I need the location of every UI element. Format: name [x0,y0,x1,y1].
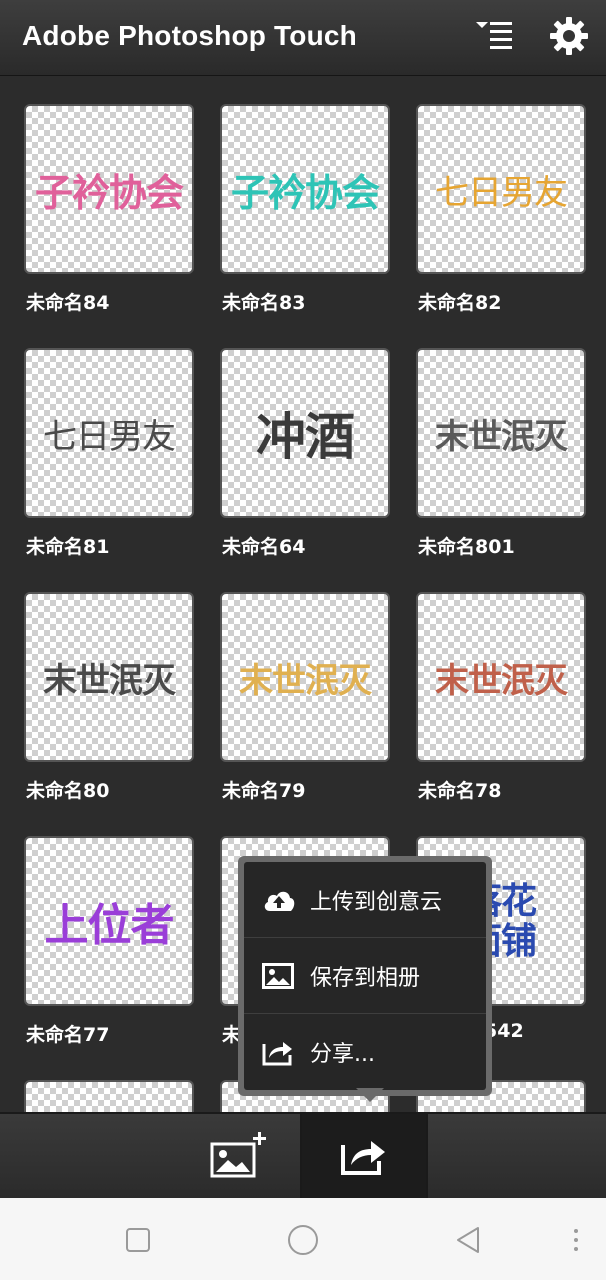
add-image-button[interactable] [176,1114,300,1200]
recent-apps-icon[interactable] [118,1220,158,1260]
thumbnail-artwork: 冲酒 [256,407,355,466]
home-icon[interactable] [283,1220,323,1260]
back-icon[interactable] [448,1220,488,1260]
project-thumbnail[interactable]: 子衿协会 [220,104,390,274]
project-thumbnail[interactable]: 末世泯灭 [416,348,586,518]
thumbnail-artwork: 七日男友 [435,172,568,213]
thumbnail-artwork: 末世泯灭 [239,660,372,701]
popup-pointer [356,1088,384,1102]
system-nav-bar [0,1198,606,1280]
thumbnail-artwork: 上位者 [44,900,175,951]
app-header: Adobe Photoshop Touch [0,0,606,76]
thumbnail-artwork: 末世泯灭 [435,660,568,701]
project-thumbnail[interactable]: 上位者 [24,836,194,1006]
cloud-upload-icon [262,885,296,915]
project-label: 未命名79 [222,780,306,802]
share-popup-menu: 上传到创意云 保存到相册 分享... [238,856,492,1102]
thumbnail-artwork: 子衿协会 [230,169,380,215]
project-thumbnail[interactable]: 子衿协会 [24,104,194,274]
project-thumbnail[interactable]: 末世泯灭 [220,592,390,762]
project-thumbnail[interactable]: 冲酒 [220,348,390,518]
project-label: 未命名84 [26,292,110,314]
project-thumbnail[interactable]: 末世泯灭 [416,592,586,762]
project-thumbnail[interactable]: 七日男友 [416,104,586,274]
project-label: 未命名82 [418,292,502,314]
project-label: 未命名78 [418,780,502,802]
share-icon [339,1133,389,1181]
project-label: 未命名64 [222,536,306,558]
toolbar-divider [426,1114,428,1200]
project-label: 未命名801 [418,536,515,558]
thumbnail-artwork: 子衿协会 [34,169,184,215]
app-screen: Adobe Photoshop Touch 子衿协会 未命名84 子衿协会 未命… [0,0,606,1280]
sort-menu-icon[interactable] [472,14,516,58]
bottom-toolbar [0,1112,606,1200]
project-label: 未命名83 [222,292,306,314]
project-label: 未命名80 [26,780,110,802]
share-icon [262,1037,296,1067]
project-label: 未命名77 [26,1024,110,1046]
more-icon[interactable] [556,1220,596,1260]
menu-item-share[interactable]: 分享... [244,1014,486,1090]
thumbnail-artwork: 末世泯灭 [43,660,176,701]
project-thumbnail[interactable]: 末世泯灭 [24,592,194,762]
project-thumbnail[interactable]: 七日男友 [24,348,194,518]
menu-item-label: 分享... [310,1042,375,1067]
image-icon [262,961,296,991]
project-thumbnail[interactable] [24,1080,194,1112]
share-button[interactable] [302,1114,426,1200]
menu-item-label: 保存到相册 [310,965,421,991]
gear-icon[interactable] [547,14,591,58]
menu-item-save-album[interactable]: 保存到相册 [244,938,486,1014]
menu-item-label: 上传到创意云 [310,889,443,915]
thumbnail-artwork: 七日男友 [43,416,176,457]
menu-item-upload-cloud[interactable]: 上传到创意云 [244,862,486,938]
project-label: 未命名81 [26,536,110,558]
add-image-icon [208,1130,268,1184]
thumbnail-artwork: 末世泯灭 [435,416,568,457]
app-title: Adobe Photoshop Touch [22,20,357,51]
